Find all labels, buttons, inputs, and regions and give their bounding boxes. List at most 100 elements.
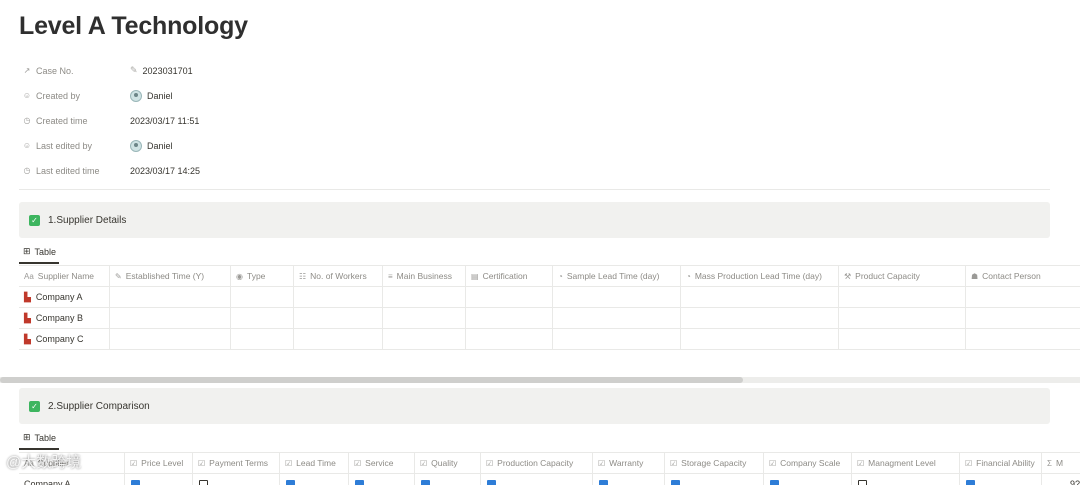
property-row[interactable]: ↗ Case No. ✎ 2023031701 [22,58,422,83]
property-value[interactable]: 2023/03/17 14:25 [130,166,200,176]
property-value[interactable]: Daniel [130,89,173,102]
table-cell[interactable] [481,474,593,485]
table-cell[interactable] [966,329,1080,349]
table-cell[interactable] [839,308,966,328]
column-header[interactable]: ◉ Type [231,266,294,286]
table-cell[interactable] [681,308,839,328]
property-value[interactable]: Daniel [130,139,173,152]
table-cell[interactable] [960,474,1042,485]
table-cell[interactable] [553,329,681,349]
supplier-name-cell[interactable]: ▙ Company B [19,308,110,328]
column-header[interactable]: ◔ Sample Lead Time (day) [553,266,681,286]
checkbox-checked[interactable] [421,479,430,485]
table-cell[interactable]: 9? [1042,474,1080,485]
checkbox-unchecked[interactable] [199,479,208,485]
column-header[interactable]: ☗ Contact Person [966,266,1080,286]
column-header[interactable]: Aa Supplier Name [19,266,110,286]
table-cell[interactable] [852,474,960,485]
table-cell[interactable] [681,329,839,349]
table-cell[interactable] [231,308,294,328]
table-row[interactable]: Company A 9? [19,474,1080,485]
table-cell[interactable] [383,329,466,349]
column-header[interactable]: ☑ Quality [415,453,481,473]
property-row[interactable]: ☺ Last edited by Daniel [22,133,422,158]
table-cell[interactable] [125,474,193,485]
table-cell[interactable] [681,287,839,307]
table-cell[interactable] [294,329,383,349]
column-header[interactable]: ⚒ Product Capacity [839,266,966,286]
horizontal-scrollbar[interactable] [0,377,1080,383]
column-header[interactable]: ☑ Storage Capacity [665,453,764,473]
property-row[interactable]: ◷ Last edited time 2023/03/17 14:25 [22,158,422,183]
tab-table[interactable]: ⊞ Table [19,246,60,264]
column-header[interactable]: ☑ Company Scale [764,453,852,473]
table-cell[interactable] [764,474,852,485]
table-cell[interactable] [839,287,966,307]
column-header[interactable]: ☷ No. of Workers [294,266,383,286]
table-row[interactable]: ▙ Company B [19,308,1080,329]
table-cell[interactable] [415,474,481,485]
callout-supplier-details[interactable]: ✓ 1.Supplier Details [19,202,1050,238]
table-cell[interactable] [839,329,966,349]
column-header[interactable]: ☑ Managment Level [852,453,960,473]
column-header[interactable]: ☑ Financial Ability [960,453,1042,473]
column-header[interactable]: ▤ Certification [466,266,553,286]
table-cell[interactable] [553,308,681,328]
table-cell[interactable] [110,308,231,328]
table-cell[interactable] [966,308,1080,328]
column-header[interactable]: ☑ Production Capacity [481,453,593,473]
table-cell[interactable] [193,474,280,485]
table-cell[interactable] [593,474,665,485]
table-cell[interactable] [466,329,553,349]
table-cell[interactable] [383,308,466,328]
table-cell[interactable] [231,287,294,307]
column-type-icon: ☑ [857,458,865,468]
checkbox-checked[interactable] [487,479,496,485]
table-cell[interactable] [110,287,231,307]
table-cell[interactable] [294,287,383,307]
property-label: Last edited time [36,165,100,176]
table-cell[interactable] [466,308,553,328]
property-value[interactable]: 2023/03/17 11:51 [130,116,199,126]
table-cell[interactable] [383,287,466,307]
checkbox-unchecked[interactable] [858,479,867,485]
checkbox-checked[interactable] [770,479,779,485]
checkbox-checked[interactable] [131,479,140,485]
table-cell[interactable] [466,287,553,307]
scrollbar-thumb[interactable] [0,377,743,383]
table-cell[interactable] [966,287,1080,307]
table-cell[interactable]: Company A [19,474,125,485]
column-header-label: Mass Production Lead Time (day) [694,271,822,281]
column-header-label: Payment Terms [209,458,269,468]
tab-table[interactable]: ⊞ Table [19,432,60,450]
checkbox-checked[interactable] [286,479,295,485]
property-row[interactable]: ◷ Created time 2023/03/17 11:51 [22,108,422,133]
column-header[interactable]: ◔ Mass Production Lead Time (day) [681,266,839,286]
column-header[interactable]: ☑ Warranty [593,453,665,473]
callout-supplier-comparison[interactable]: ✓ 2.Supplier Comparison [19,388,1050,424]
checkbox-checked[interactable] [355,479,364,485]
table-cell[interactable] [294,308,383,328]
table-cell[interactable] [280,474,349,485]
checkbox-checked[interactable] [599,479,608,485]
table-cell[interactable] [665,474,764,485]
supplier-name-cell[interactable]: ▙ Company C [19,329,110,349]
table-cell[interactable] [231,329,294,349]
column-header[interactable]: ≡ Main Business [383,266,466,286]
checkbox-checked[interactable] [966,479,975,485]
table-row[interactable]: ▙ Company A [19,287,1080,308]
column-header[interactable]: ΣM [1042,453,1080,473]
table-cell[interactable] [553,287,681,307]
column-header[interactable]: ☑ Service [349,453,415,473]
table-row[interactable]: ▙ Company C [19,329,1080,350]
table-cell[interactable] [110,329,231,349]
supplier-name-cell[interactable]: ▙ Company A [19,287,110,307]
property-row[interactable]: ☺ Created by Daniel [22,83,422,108]
checkbox-checked[interactable] [671,479,680,485]
table-cell[interactable] [349,474,415,485]
property-value[interactable]: ✎ 2023031701 [130,65,193,76]
column-header[interactable]: ☑ Price Level [125,453,193,473]
column-header[interactable]: ☑ Payment Terms [193,453,280,473]
column-header[interactable]: ✎ Established Time (Y) [110,266,231,286]
column-header[interactable]: ☑ Lead Time [280,453,349,473]
